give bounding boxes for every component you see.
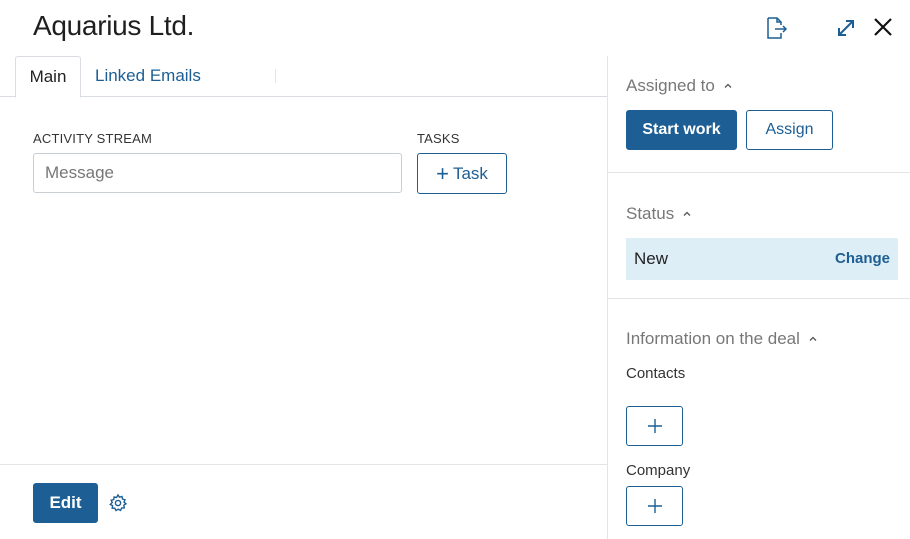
deal-info-section-toggle[interactable]: Information on the deal: [626, 329, 818, 349]
chevron-up-icon: [683, 211, 691, 216]
start-work-button[interactable]: Start work: [626, 110, 737, 150]
gear-icon[interactable]: [108, 493, 128, 513]
add-contact-button[interactable]: [626, 406, 683, 446]
add-task-button[interactable]: + Task: [417, 153, 507, 194]
status-box: New Change: [626, 238, 898, 280]
plus-icon: +: [436, 160, 449, 186]
plus-icon: [647, 499, 662, 513]
status-title: Status: [626, 204, 675, 223]
deal-info-title: Information on the deal: [626, 329, 800, 348]
export-icon[interactable]: [762, 14, 790, 42]
add-company-button[interactable]: [626, 486, 683, 526]
assign-button[interactable]: Assign: [746, 110, 833, 150]
change-status-link[interactable]: Change: [835, 250, 890, 267]
close-icon[interactable]: [869, 13, 897, 41]
section-divider: [608, 298, 910, 299]
chevron-up-icon: [809, 336, 817, 341]
edit-button[interactable]: Edit: [33, 483, 98, 523]
expand-icon[interactable]: [832, 14, 860, 42]
right-panel: Assigned to Start work Assign Status New…: [607, 56, 910, 539]
footer-divider: [0, 464, 607, 465]
chevron-up-icon: [724, 83, 732, 88]
tab-linked-emails[interactable]: Linked Emails: [95, 56, 201, 97]
status-value: New: [634, 249, 669, 268]
contacts-label: Contacts: [626, 365, 686, 382]
assigned-to-section-toggle[interactable]: Assigned to: [626, 76, 733, 96]
page-title: Aquarius Ltd.: [33, 10, 195, 41]
tab-bar: Main Linked Emails: [0, 56, 607, 98]
section-divider: [608, 172, 910, 173]
add-task-label: Task: [452, 163, 488, 183]
tasks-label: TASKS: [417, 131, 460, 146]
tab-divider: [275, 69, 276, 83]
status-section-toggle[interactable]: Status: [626, 204, 692, 224]
plus-icon: [647, 419, 662, 433]
assigned-to-title: Assigned to: [626, 76, 715, 95]
message-input[interactable]: [33, 153, 402, 193]
activity-stream-label: ACTIVITY STREAM: [33, 131, 153, 146]
company-label: Company: [626, 462, 691, 479]
tab-main[interactable]: Main: [15, 56, 81, 98]
